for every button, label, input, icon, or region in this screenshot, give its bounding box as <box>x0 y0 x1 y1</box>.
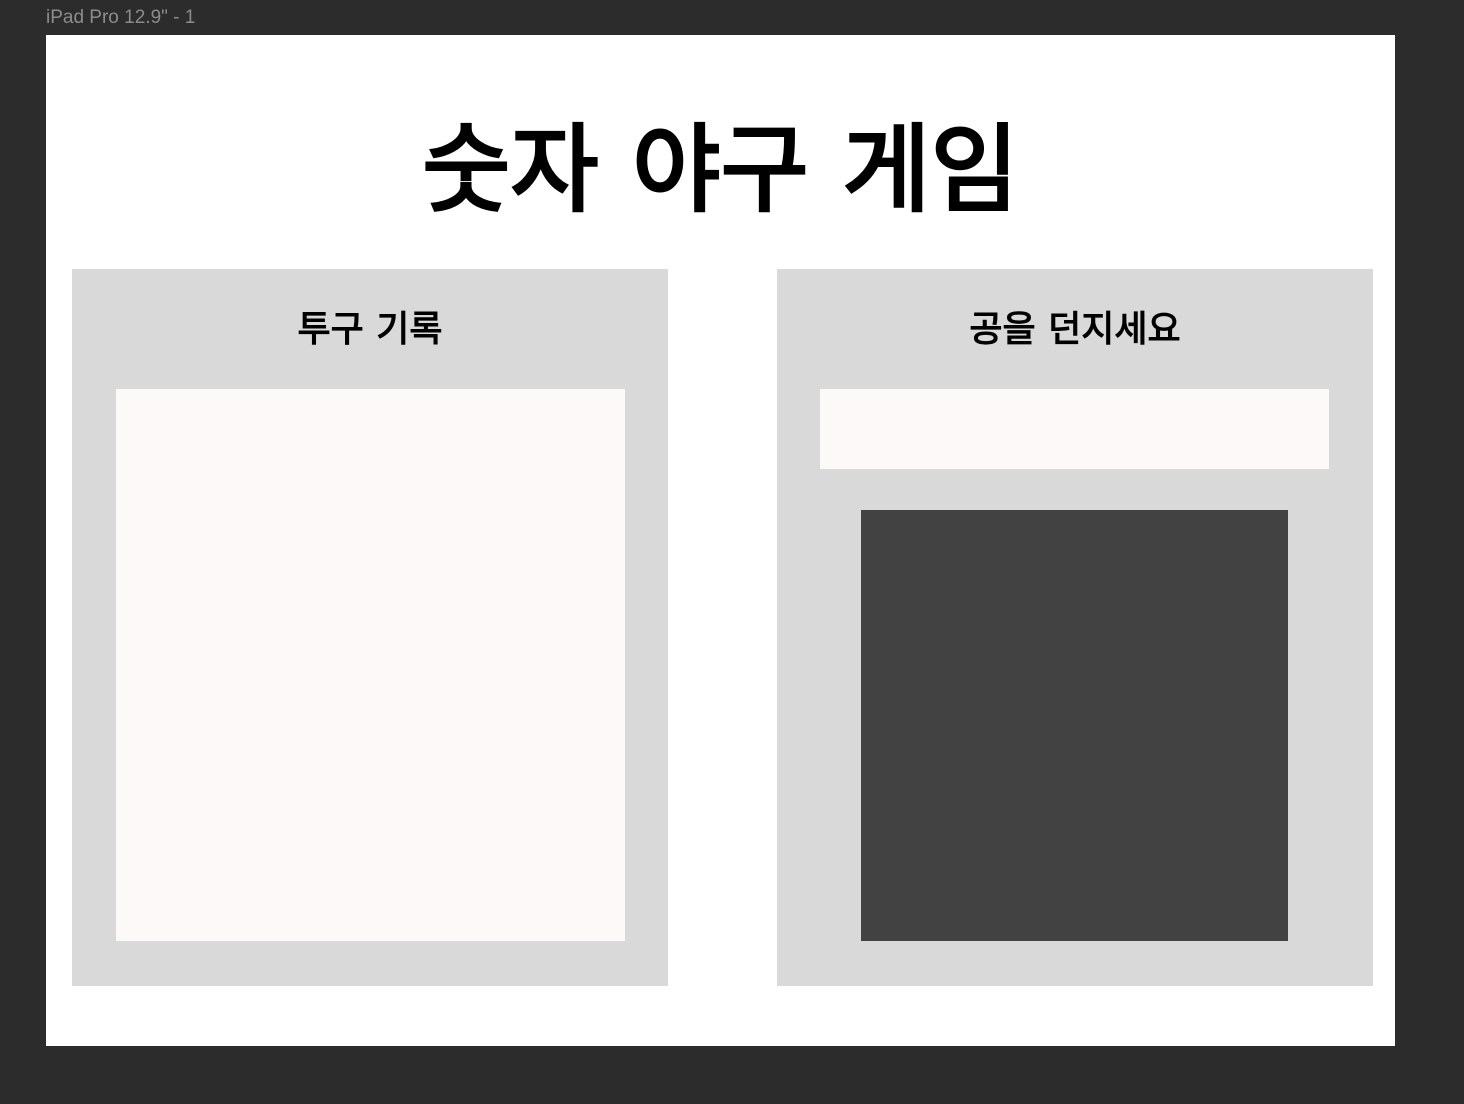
guess-input[interactable] <box>820 389 1329 469</box>
pitch-record-heading: 투구 기록 <box>297 309 443 350</box>
pitch-record-panel: 투구 기록 <box>72 269 668 986</box>
throw-ball-panel: 공을 던지세요 <box>777 269 1373 986</box>
throw-ball-heading: 공을 던지세요 <box>969 309 1181 350</box>
pitch-record-list <box>116 389 625 941</box>
ipad-frame: 숫자 야구 게임 투구 기록 공을 던지세요 <box>46 35 1395 1046</box>
page-title: 숫자 야구 게임 <box>422 114 1019 226</box>
frame-label[interactable]: iPad Pro 12.9" - 1 <box>46 7 195 29</box>
number-pad-area[interactable] <box>861 510 1288 941</box>
